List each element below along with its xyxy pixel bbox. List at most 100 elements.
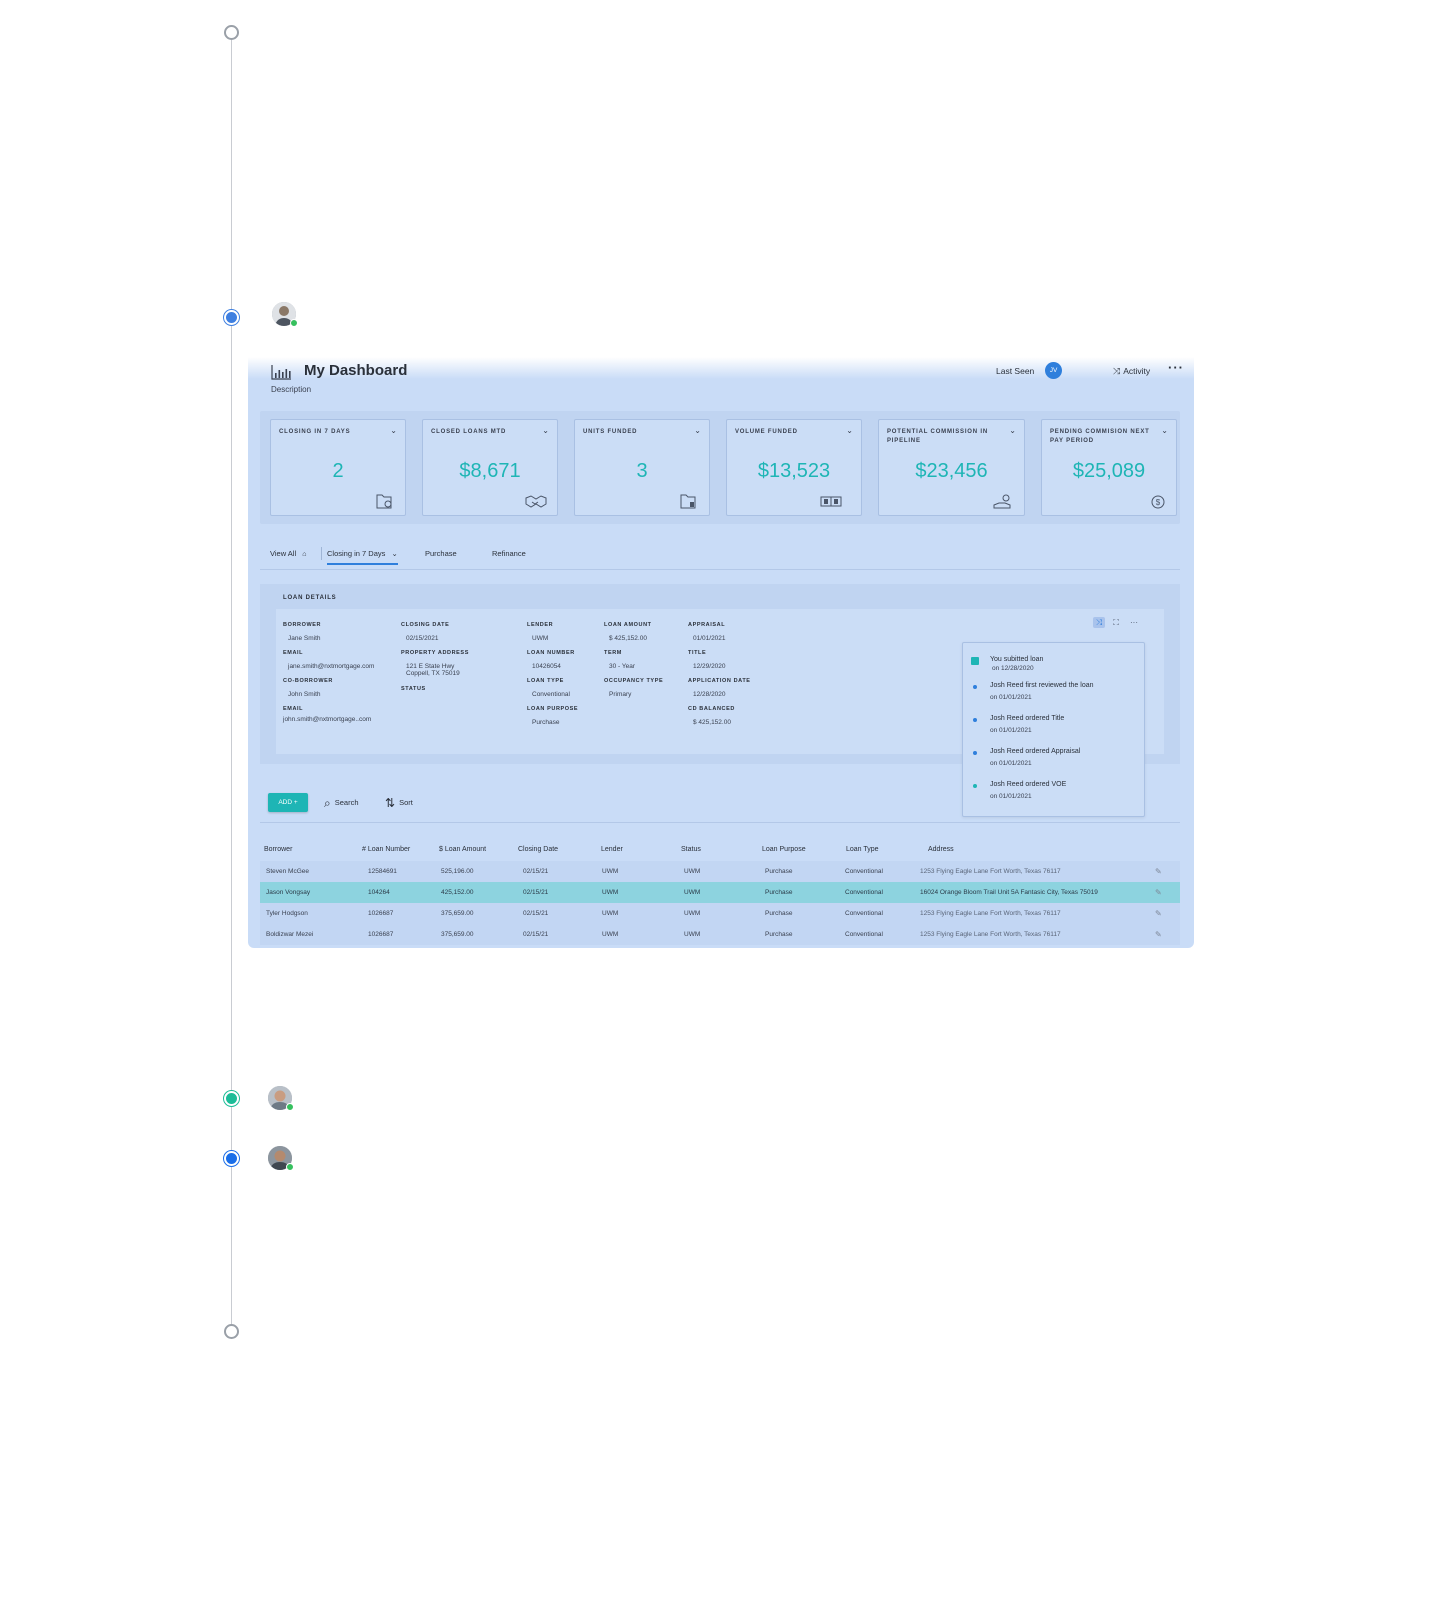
activity-feed-item: Josh Reed ordered VOE on 01/01/2021	[990, 781, 1066, 800]
field-label: EMAIL	[283, 706, 304, 712]
table-cell: UWM	[684, 910, 701, 917]
feed-title: Josh Reed first reviewed the loan	[990, 682, 1094, 689]
timeline-node[interactable]	[224, 1091, 239, 1106]
table-row[interactable]: Tyler Hodgson 1026687 375,659.00 02/15/2…	[260, 903, 1180, 924]
table-row-selected[interactable]: Jason Vongsay 104264 425,152.00 02/15/21…	[260, 882, 1180, 903]
avatar[interactable]	[268, 1146, 294, 1171]
folder-clock-icon	[376, 494, 392, 509]
table-cell: 425,152.00	[441, 889, 474, 896]
edit-icon[interactable]: ✎	[1155, 909, 1162, 918]
field-value: UWM	[532, 635, 549, 642]
activity-label: Activity	[1123, 366, 1151, 376]
chevron-down-icon[interactable]: ⌄	[1161, 426, 1168, 435]
column-header[interactable]: Status	[681, 846, 701, 853]
activity-feed-item: Josh Reed ordered Appraisal on 01/01/202…	[990, 748, 1080, 767]
stat-card-potential-commission[interactable]: POTENTIAL COMMISSION IN PIPELINE ⌄ $23,4…	[878, 419, 1025, 516]
column-header[interactable]: Loan Purpose	[762, 846, 806, 853]
tab-view-all[interactable]: View All ⌂	[270, 549, 306, 558]
feed-title: Josh Reed ordered Title	[990, 715, 1065, 722]
stat-value: $8,671	[459, 460, 521, 482]
field-value: $ 425,152.00	[693, 719, 731, 726]
timeline-node[interactable]	[224, 310, 239, 325]
field-label: CO-BORROWER	[283, 678, 333, 684]
table-cell: Purchase	[765, 931, 793, 938]
column-header[interactable]: Lender	[601, 846, 623, 853]
edit-icon[interactable]: ✎	[1155, 867, 1162, 876]
more-options-icon[interactable]: ···	[1126, 617, 1142, 628]
field-value: $ 425,152.00	[609, 635, 647, 642]
table-cell: 02/15/21	[523, 931, 549, 938]
loan-details-toolbar: ⤨ ⛶ ···	[1093, 617, 1153, 629]
table-cell: 02/15/21	[523, 868, 549, 875]
edit-icon[interactable]: ✎	[1155, 930, 1162, 939]
table-cell: Purchase	[765, 868, 793, 875]
avatar[interactable]	[272, 302, 298, 327]
stat-card-closing-7-days[interactable]: CLOSING IN 7 DAYS ⌄ 2	[270, 419, 406, 516]
add-button[interactable]: ADD +	[268, 793, 308, 812]
table-cell: Steven McGee	[266, 868, 309, 875]
stat-card-closed-loans-mtd[interactable]: CLOSED LOANS MTD ⌄ $8,671	[422, 419, 558, 516]
table-cell: Purchase	[765, 889, 793, 896]
field-label: TERM	[604, 650, 622, 656]
stat-card-pending-commission[interactable]: PENDING COMMISION NEXT PAY PERIOD ⌄ $25,…	[1041, 419, 1177, 516]
stat-card-units-funded[interactable]: UNITS FUNDED ⌄ 3	[574, 419, 710, 516]
chevron-down-icon[interactable]: ⌄	[694, 426, 701, 435]
timeline-node[interactable]	[224, 1151, 239, 1166]
search-button[interactable]: ⌕ Search	[324, 796, 359, 811]
more-options-icon[interactable]: ···	[1168, 360, 1184, 375]
field-value: John Smith	[288, 691, 321, 698]
column-header[interactable]: Borrower	[264, 846, 292, 853]
column-header[interactable]: Closing Date	[518, 846, 558, 853]
table-cell: 1026687	[368, 931, 394, 938]
expand-icon[interactable]: ⛶	[1110, 617, 1122, 628]
column-header[interactable]: Loan Type	[846, 846, 879, 853]
activity-toggle-icon[interactable]: ⤨	[1093, 617, 1105, 628]
online-status-dot	[290, 319, 298, 327]
table-cell: 1253 Flying Eagle Lane Fort Worth, Texas…	[920, 931, 1061, 938]
field-value: 01/01/2021	[693, 635, 726, 642]
handshake-icon	[525, 495, 547, 508]
field-label: STATUS	[401, 686, 426, 692]
user-initials-avatar[interactable]: JV	[1045, 362, 1062, 379]
stat-value: 2	[332, 460, 344, 482]
chevron-down-icon[interactable]: ⌄	[846, 426, 853, 435]
field-label: TITLE	[688, 650, 707, 656]
table-cell: Conventional	[845, 868, 883, 875]
chevron-down-icon[interactable]: ⌄	[390, 426, 397, 435]
chevron-down-icon[interactable]: ⌄	[1009, 426, 1016, 435]
table-cell: UWM	[602, 889, 619, 896]
stat-card-volume-funded[interactable]: VOLUME FUNDED ⌄ $13,523	[726, 419, 862, 516]
table-cell: 02/15/21	[523, 889, 549, 896]
table-row[interactable]: Steven McGee 12584691 525,196.00 02/15/2…	[260, 861, 1180, 882]
column-header[interactable]: Address	[928, 846, 954, 853]
table-cell: Purchase	[765, 910, 793, 917]
feed-dot-icon	[973, 751, 977, 755]
tab-purchase[interactable]: Purchase	[425, 549, 457, 558]
field-label: BORROWER	[283, 622, 322, 628]
table-cell: 1253 Flying Eagle Lane Fort Worth, Texas…	[920, 868, 1061, 875]
column-header[interactable]: $ Loan Amount	[439, 846, 486, 853]
field-label: CD BALANCED	[688, 706, 735, 712]
activity-button[interactable]: ⤨ Activity	[1113, 366, 1150, 377]
edit-icon[interactable]: ✎	[1155, 888, 1162, 897]
field-label: APPRAISAL	[688, 622, 726, 628]
feed-dot-icon	[973, 784, 977, 788]
field-label: EMAIL	[283, 650, 304, 656]
avatar[interactable]	[268, 1086, 294, 1111]
sort-button[interactable]: ⇅ Sort	[385, 796, 413, 810]
chevron-down-icon[interactable]: ⌄	[542, 426, 549, 435]
stat-label: CLOSED LOANS MTD	[431, 429, 507, 435]
feed-title: Josh Reed ordered Appraisal	[990, 748, 1081, 755]
tab-closing-7-days[interactable]: Closing in 7 Days ⌄	[327, 549, 398, 565]
tab-refinance[interactable]: Refinance	[492, 549, 526, 558]
page-title: My Dashboard	[304, 362, 408, 379]
feed-date: on 12/28/2020	[992, 665, 1034, 672]
table-cell: 16024 Orange Bloom Trail Unit 5A Fantasi…	[920, 889, 1098, 896]
field-label: CLOSING DATE	[401, 622, 450, 628]
field-label: LOAN NUMBER	[527, 650, 575, 656]
field-label: OCCUPANCY TYPE	[604, 678, 664, 684]
chevron-down-icon: ⌄	[391, 549, 398, 558]
feed-date: on 01/01/2021	[990, 760, 1032, 767]
table-row[interactable]: Boldizwar Mezei 1026687 375,659.00 02/15…	[260, 924, 1180, 945]
column-header[interactable]: # Loan Number	[362, 846, 410, 853]
